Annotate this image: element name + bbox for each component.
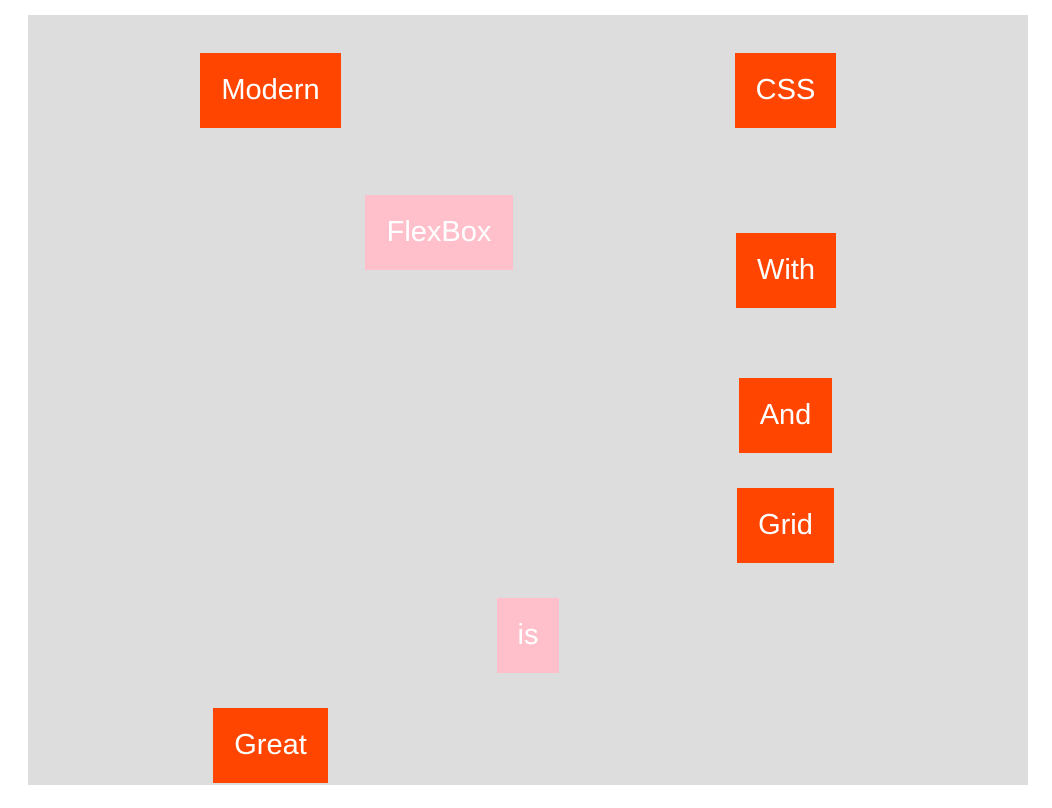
- word-box-and: And: [739, 378, 832, 453]
- word-box-grid: Grid: [737, 488, 834, 563]
- word-box-is: is: [497, 598, 559, 673]
- layout-container: Modern CSS FlexBox With And Grid is Grea…: [28, 15, 1028, 785]
- word-box-css: CSS: [735, 53, 836, 128]
- word-label: With: [757, 254, 815, 286]
- word-label: Modern: [221, 74, 320, 106]
- word-label: And: [759, 399, 812, 431]
- word-box-modern: Modern: [200, 53, 341, 128]
- word-label: is: [517, 619, 539, 651]
- word-box-flexbox: FlexBox: [365, 195, 513, 270]
- word-label: FlexBox: [386, 216, 492, 248]
- word-label: CSS: [755, 74, 816, 106]
- word-label: Grid: [758, 509, 813, 541]
- word-box-great: Great: [213, 708, 328, 783]
- word-box-with: With: [736, 233, 836, 308]
- word-label: Great: [234, 729, 307, 761]
